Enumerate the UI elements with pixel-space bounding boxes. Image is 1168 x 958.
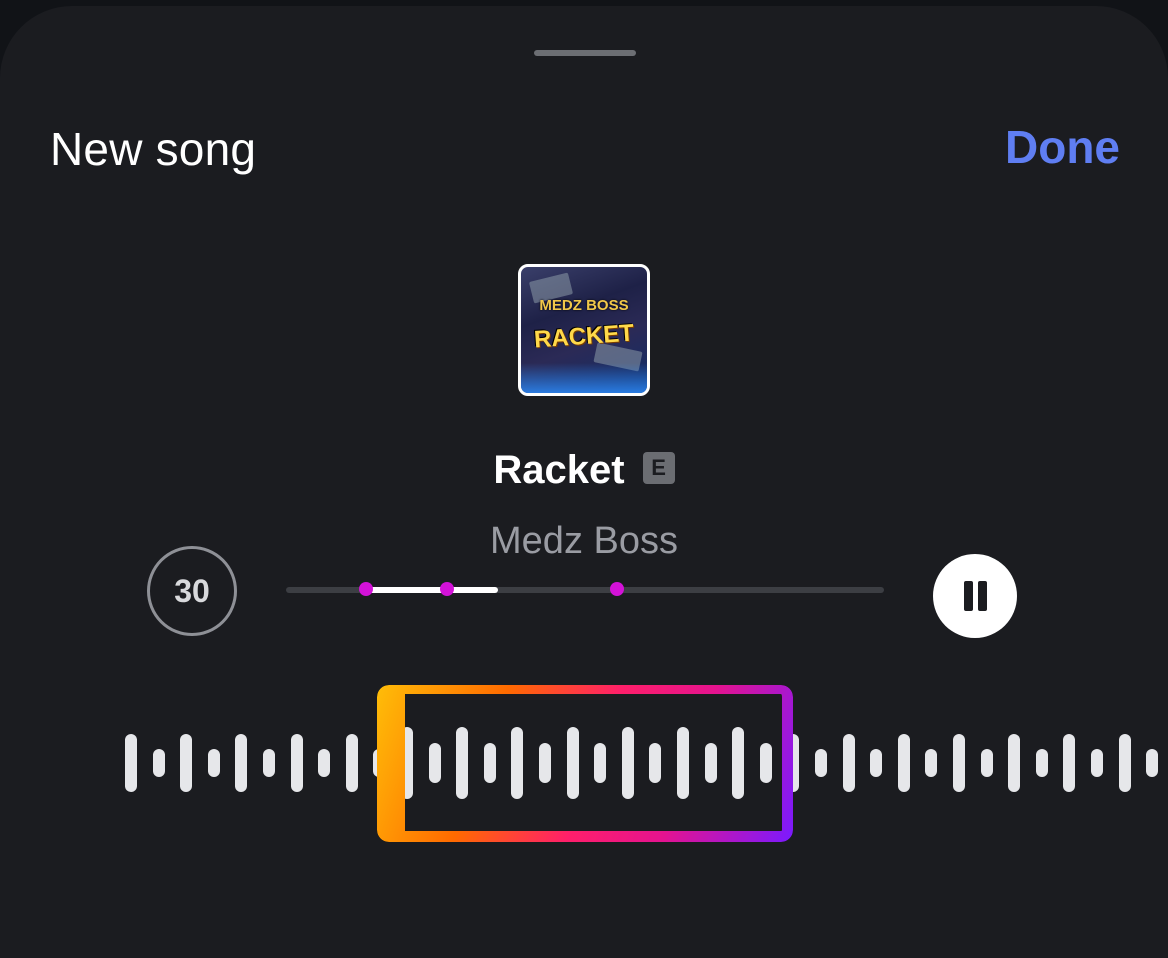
- waveform-bar: [815, 749, 827, 777]
- waveform-bar: [1036, 749, 1048, 777]
- sheet-grabber[interactable]: [534, 50, 636, 56]
- progress-track[interactable]: [286, 582, 884, 596]
- waveform-bar: [346, 734, 358, 792]
- done-button[interactable]: Done: [1005, 120, 1120, 174]
- waveform-bar: [125, 734, 137, 792]
- waveform-bar: [1091, 749, 1103, 777]
- progress-marker: [359, 582, 373, 596]
- waveform-bar: [208, 749, 220, 777]
- cover-artist-logo: MEDZ BOSS: [539, 297, 629, 314]
- explicit-badge: E: [642, 452, 675, 485]
- waveform-bar: [291, 734, 303, 792]
- waveform-bar: [1063, 734, 1075, 792]
- waveform-bar: [263, 749, 275, 777]
- waveform-bar: [898, 734, 910, 792]
- page-title: New song: [50, 123, 257, 175]
- waveform-bar: [870, 749, 882, 777]
- waveform-bar: [1119, 734, 1131, 792]
- waveform-bar: [318, 749, 330, 777]
- progress-marker: [610, 582, 624, 596]
- album-cover: MEDZ BOSS RACKET: [518, 264, 650, 396]
- clip-duration-button[interactable]: 30: [147, 546, 237, 636]
- progress-marker: [440, 582, 454, 596]
- waveform-bar: [153, 749, 165, 777]
- song-title-row: Racket E: [0, 448, 1168, 493]
- waveform-bar: [953, 734, 965, 792]
- pause-button[interactable]: [933, 554, 1017, 638]
- waveform-bar: [180, 734, 192, 792]
- progress-fill: [366, 587, 498, 593]
- song-title: Racket: [493, 448, 625, 492]
- waveform-bar: [843, 734, 855, 792]
- waveform-bar: [1146, 749, 1158, 777]
- cover-glow: [521, 363, 647, 393]
- waveform-bar: [925, 749, 937, 777]
- waveform-bar: [981, 749, 993, 777]
- waveform-bar: [1008, 734, 1020, 792]
- song-picker-sheet: New song Done MEDZ BOSS RACKET Racket E M…: [0, 6, 1168, 958]
- pause-icon: [964, 581, 973, 611]
- waveform-bar: [235, 734, 247, 792]
- clip-selection-handle[interactable]: [377, 685, 793, 842]
- pause-icon: [978, 581, 987, 611]
